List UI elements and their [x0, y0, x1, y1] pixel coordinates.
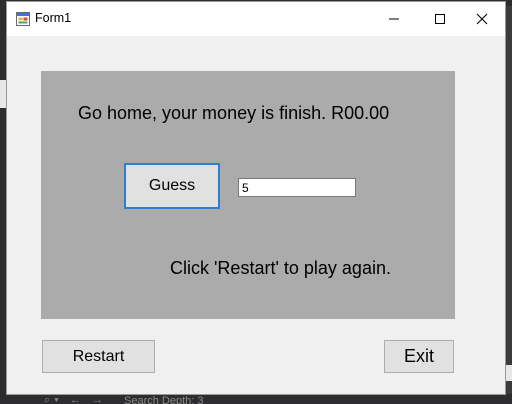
close-button[interactable]	[459, 2, 505, 36]
form1-window: Form1 Go home, your money is finish. R00…	[6, 1, 506, 395]
background-toolbar-icons: ⌕▾ ← →	[44, 394, 107, 404]
minimize-icon	[389, 18, 399, 20]
maximize-button[interactable]	[417, 2, 463, 36]
background-status-bar: ⌕▾ ← → Search Depth: 3	[0, 394, 512, 404]
window-title: Form1	[35, 11, 72, 25]
close-icon	[476, 13, 488, 25]
minimize-button[interactable]	[371, 2, 417, 36]
restart-hint: Click 'Restart' to play again.	[170, 258, 391, 278]
result-message: Go home, your money is finish. R00.00	[78, 103, 390, 123]
title-bar[interactable]: Form1	[7, 2, 505, 36]
form-client-area: Go home, your money is finish. R00.00 Gu…	[7, 36, 505, 394]
background-app-fragment-right	[506, 365, 512, 381]
game-panel: Go home, your money is finish. R00.00 Gu…	[41, 71, 455, 319]
exit-button[interactable]: Exit	[384, 340, 454, 373]
guess-input[interactable]	[238, 178, 356, 197]
winforms-app-icon	[16, 12, 30, 26]
guess-button[interactable]: Guess	[124, 163, 220, 209]
maximize-icon	[435, 14, 445, 24]
restart-button[interactable]: Restart	[42, 340, 155, 373]
background-status-text: Search Depth: 3	[124, 395, 204, 404]
